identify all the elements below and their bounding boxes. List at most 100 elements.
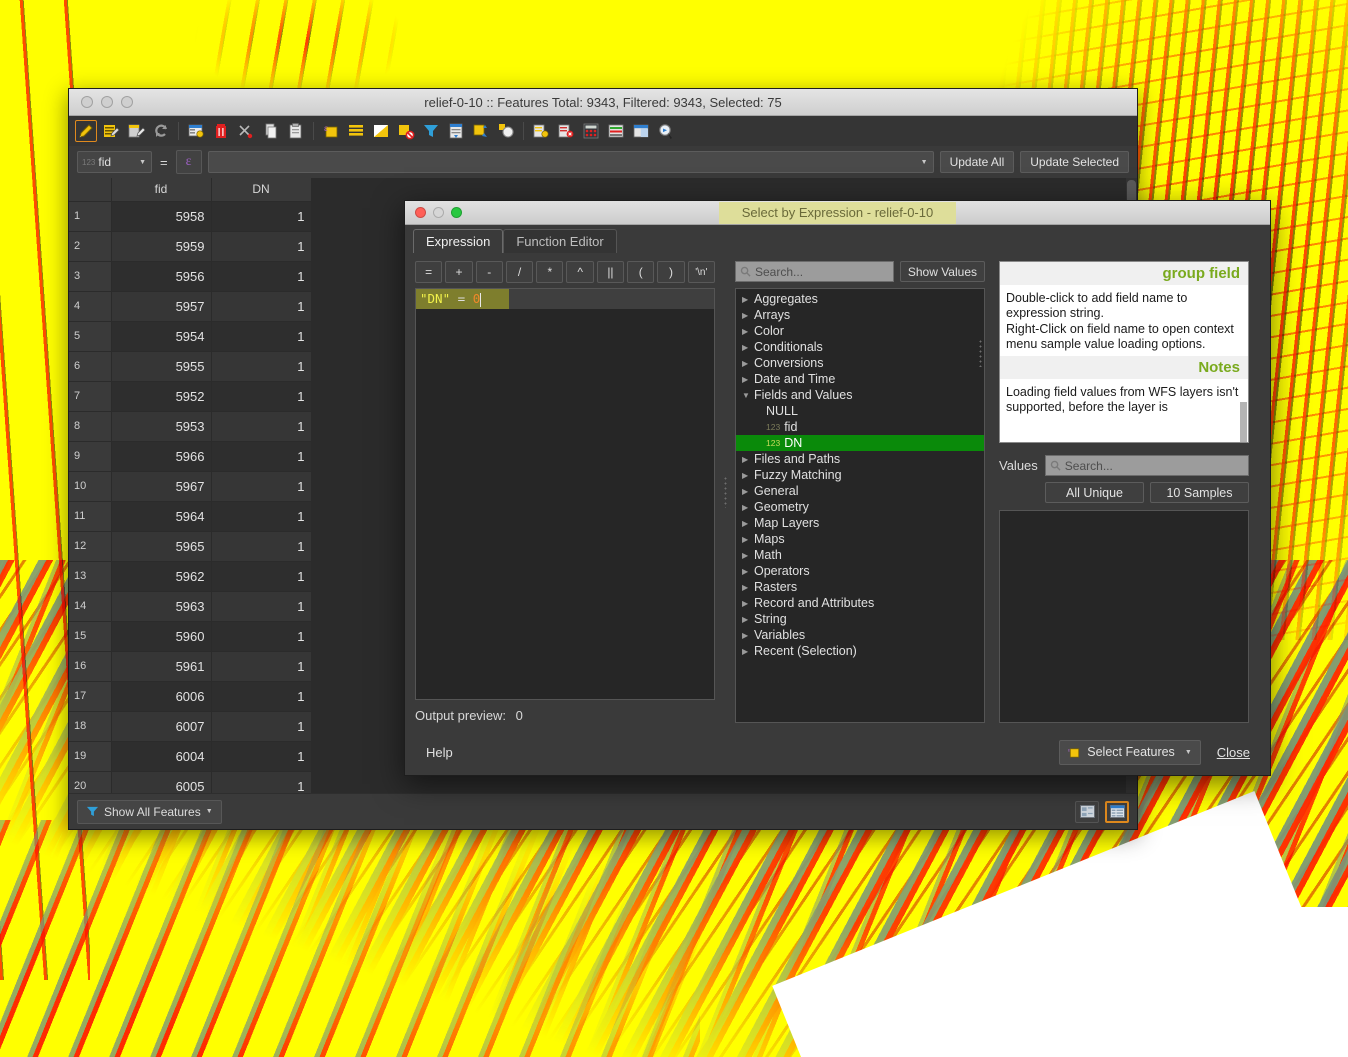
cell-fid[interactable]: 6005 bbox=[111, 771, 212, 793]
chevron-right-icon[interactable]: ▶ bbox=[742, 327, 754, 336]
select-features-button[interactable]: ε Select Features ▼ bbox=[1059, 739, 1201, 765]
cell-fid[interactable]: 5958 bbox=[111, 201, 212, 232]
all-unique-button[interactable]: All Unique bbox=[1045, 482, 1144, 503]
cell-fid[interactable]: 5960 bbox=[111, 621, 212, 652]
update-all-button[interactable]: Update All bbox=[939, 151, 1015, 173]
operator-button-[interactable]: - bbox=[475, 261, 503, 283]
copy-features-icon[interactable] bbox=[260, 120, 282, 142]
function-tree-item-arrays[interactable]: ▶ Arrays bbox=[736, 307, 984, 323]
close-button[interactable]: Close bbox=[1209, 740, 1258, 765]
cell-dn[interactable]: 1 bbox=[211, 381, 312, 412]
attribute-table-statusbar[interactable]: Show All Features ▼ bbox=[69, 793, 1137, 829]
dialog-close-button[interactable] bbox=[415, 207, 426, 218]
cut-features-icon[interactable] bbox=[235, 120, 257, 142]
values-search-input[interactable]: Search... bbox=[1044, 455, 1249, 476]
attribute-table-titlebar[interactable]: relief-0-10 :: Features Total: 9343, Fil… bbox=[69, 89, 1137, 116]
table-view-button[interactable] bbox=[1105, 800, 1129, 823]
field-select-dropdown[interactable]: 123 fid ▼ bbox=[77, 151, 152, 173]
cell-fid[interactable]: 5953 bbox=[111, 411, 212, 442]
row-number-cell[interactable]: 19 bbox=[69, 741, 112, 772]
cell-fid[interactable]: 5966 bbox=[111, 441, 212, 472]
cell-fid[interactable]: 5963 bbox=[111, 591, 212, 622]
operator-button-[interactable]: + bbox=[445, 261, 473, 283]
close-window-button[interactable] bbox=[81, 96, 93, 108]
dialog-titlebar[interactable]: Select by Expression - relief-0-10 bbox=[405, 201, 1270, 225]
function-tree-item-operators[interactable]: ▶ Operators bbox=[736, 563, 984, 579]
function-tree-item-conditionals[interactable]: ▶ Conditionals bbox=[736, 339, 984, 355]
cell-fid[interactable]: 5962 bbox=[111, 561, 212, 592]
function-tree-item-string[interactable]: ▶ String bbox=[736, 611, 984, 627]
values-list[interactable] bbox=[999, 510, 1249, 723]
function-tree-item-conversions[interactable]: ▶ Conversions bbox=[736, 355, 984, 371]
operator-button-[interactable]: * bbox=[536, 261, 564, 283]
function-tree-item-color[interactable]: ▶ Color bbox=[736, 323, 984, 339]
cell-dn[interactable]: 1 bbox=[211, 471, 312, 502]
cell-dn[interactable]: 1 bbox=[211, 411, 312, 442]
cell-dn[interactable]: 1 bbox=[211, 351, 312, 382]
open-field-calculator-icon[interactable] bbox=[580, 120, 602, 142]
function-tree[interactable]: ▶ Aggregates ▶ Arrays ▶ Color ▶ Conditionals ▶ Co… bbox=[735, 288, 985, 723]
operator-button-[interactable]: ) bbox=[657, 261, 685, 283]
row-number-cell[interactable]: 13 bbox=[69, 561, 112, 592]
cell-dn[interactable]: 1 bbox=[211, 501, 312, 532]
maximize-window-button[interactable] bbox=[121, 96, 133, 108]
column-header-fid[interactable]: fid bbox=[111, 178, 212, 202]
dialog-splitter-handle[interactable] bbox=[715, 261, 735, 723]
cell-fid[interactable]: 5954 bbox=[111, 321, 212, 352]
row-number-cell[interactable]: 9 bbox=[69, 441, 112, 472]
operator-button-n[interactable]: '\n' bbox=[687, 261, 715, 283]
chevron-right-icon[interactable]: ▶ bbox=[742, 599, 754, 608]
cell-fid[interactable]: 5956 bbox=[111, 261, 212, 292]
conditional-formatting-icon[interactable] bbox=[605, 120, 627, 142]
view-mode-toggles[interactable] bbox=[1075, 800, 1129, 823]
delete-attribute-icon[interactable] bbox=[555, 120, 577, 142]
attribute-table-toolbar[interactable]: ε bbox=[69, 116, 1137, 146]
cell-fid[interactable]: 6004 bbox=[111, 741, 212, 772]
cell-fid[interactable]: 6007 bbox=[111, 711, 212, 742]
function-tree-item-general[interactable]: ▶ General bbox=[736, 483, 984, 499]
show-all-features-button[interactable]: Show All Features ▼ bbox=[77, 799, 222, 824]
chevron-right-icon[interactable]: ▶ bbox=[742, 295, 754, 304]
zoom-to-selection-icon[interactable] bbox=[495, 120, 517, 142]
window-controls[interactable] bbox=[69, 96, 133, 108]
chevron-right-icon[interactable]: ▶ bbox=[742, 551, 754, 560]
deselect-all-icon[interactable] bbox=[395, 120, 417, 142]
dialog-window-controls[interactable] bbox=[405, 207, 462, 218]
chevron-right-icon[interactable]: ▶ bbox=[742, 647, 754, 656]
tab-expression[interactable]: Expression bbox=[413, 229, 504, 253]
help-panel[interactable]: group field Double-click to add field na… bbox=[999, 261, 1249, 443]
function-tree-item-files-and-paths[interactable]: ▶ Files and Paths bbox=[736, 451, 984, 467]
row-number-cell[interactable]: 14 bbox=[69, 591, 112, 622]
update-selected-button[interactable]: Update Selected bbox=[1020, 151, 1129, 173]
chevron-right-icon[interactable]: ▶ bbox=[742, 519, 754, 528]
move-selection-top-icon[interactable] bbox=[445, 120, 467, 142]
function-tree-item-dn[interactable]: 123 DN bbox=[736, 435, 984, 451]
row-number-cell[interactable]: 15 bbox=[69, 621, 112, 652]
function-tree-item-rasters[interactable]: ▶ Rasters bbox=[736, 579, 984, 595]
pan-to-selection-icon[interactable] bbox=[470, 120, 492, 142]
row-number-cell[interactable]: 18 bbox=[69, 711, 112, 742]
cell-dn[interactable]: 1 bbox=[211, 651, 312, 682]
function-tree-item-aggregates[interactable]: ▶ Aggregates bbox=[736, 291, 984, 307]
dialog-minimize-button[interactable] bbox=[433, 207, 444, 218]
dialog-maximize-button[interactable] bbox=[451, 207, 462, 218]
chevron-right-icon[interactable]: ▶ bbox=[742, 503, 754, 512]
dialog-tabs[interactable]: Expression Function Editor bbox=[405, 225, 1270, 253]
function-search-input[interactable]: Search... bbox=[735, 261, 894, 282]
cell-fid[interactable]: 5964 bbox=[111, 501, 212, 532]
operator-button-row[interactable]: = + - / * ^ ||() '\n' bbox=[415, 261, 715, 283]
function-tree-item-date-and-time[interactable]: ▶ Date and Time bbox=[736, 371, 984, 387]
row-number-cell[interactable]: 20 bbox=[69, 771, 112, 793]
refresh-icon[interactable] bbox=[150, 120, 172, 142]
form-view-button[interactable] bbox=[1075, 800, 1099, 823]
cell-dn[interactable]: 1 bbox=[211, 321, 312, 352]
operator-button-[interactable]: ^ bbox=[566, 261, 594, 283]
attribute-filter-bar[interactable]: 123 fid ▼ = ε ▼ Update All Update Select… bbox=[69, 146, 1137, 178]
tab-function-editor[interactable]: Function Editor bbox=[503, 229, 617, 253]
expression-line[interactable]: "DN" = 0 bbox=[416, 289, 714, 309]
reload-table-icon[interactable] bbox=[125, 120, 147, 142]
chevron-right-icon[interactable]: ▶ bbox=[742, 359, 754, 368]
cell-dn[interactable]: 1 bbox=[211, 201, 312, 232]
row-number-cell[interactable]: 16 bbox=[69, 651, 112, 682]
row-number-cell[interactable]: 10 bbox=[69, 471, 112, 502]
